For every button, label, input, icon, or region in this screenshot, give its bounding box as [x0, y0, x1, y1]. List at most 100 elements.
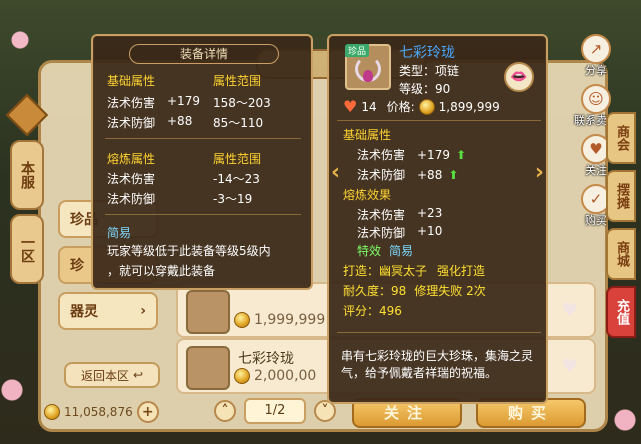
forge-by-row: 打造：幽冥太子 强化打造: [343, 262, 485, 279]
easy-desc-line2: ，就可以穿戴此装备: [107, 264, 216, 278]
heart-icon[interactable]: ♥: [562, 358, 582, 376]
likes-price-row: ♥ 14 价格: 1,899,999: [343, 98, 500, 115]
return-arrow-icon: ↩: [132, 368, 144, 382]
necklace-gem: [363, 70, 373, 82]
easy-desc-line1: 玩家等级低于此装备等级5级内: [107, 244, 271, 258]
attr-name: 法术伤害: [107, 96, 156, 110]
equipment-detail-popup: 装备详情 基础属性 属性范围 法术伤害 +179 158～203 法术防御 +8…: [91, 34, 313, 290]
durability-row: 耐久度：98 修理失败 2次: [343, 282, 486, 299]
left-server-tabs: 本服 一区: [10, 140, 44, 288]
tab-guild-shop[interactable]: 商会: [606, 112, 636, 164]
tab-region-one[interactable]: 一区: [10, 214, 44, 284]
tab-stall[interactable]: 摆摊: [606, 170, 636, 222]
listing-price: 2,000,00: [234, 368, 316, 384]
next-arrow-icon[interactable]: ›: [535, 160, 544, 185]
listing-price: 1,999,999: [234, 312, 325, 328]
item-price: 1,899,999: [438, 99, 500, 114]
repair-fail: 修理失败 2次: [414, 284, 486, 298]
coin-icon: [234, 312, 250, 328]
previous-arrow-icon[interactable]: ‹: [331, 160, 340, 185]
category-label: 珍: [70, 258, 84, 274]
forge-range-title: 属性范围: [213, 152, 262, 166]
price-label: 价格:: [386, 100, 415, 114]
right-shop-tabs: 商会 摆摊 商城 充值: [606, 112, 638, 344]
arrow-up-icon: ⬆: [455, 147, 467, 162]
divider: [105, 138, 301, 139]
heart-icon[interactable]: ♥: [562, 302, 582, 320]
easy-title: 简易: [107, 226, 132, 240]
page-up-button[interactable]: ˄: [214, 400, 236, 422]
attr-range: 158～203: [213, 96, 271, 110]
coin-icon: [234, 368, 250, 384]
return-region-button[interactable]: 返回本区 ↩: [64, 362, 160, 388]
attr-row: 法术伤害 +23: [357, 206, 442, 223]
attr-range: -3～19: [213, 192, 253, 206]
category-spirit[interactable]: 器灵 ›: [58, 292, 158, 330]
forge-by: 打造：幽冥太子: [343, 264, 428, 278]
forge-effect-title: 熔炼效果: [343, 188, 392, 202]
purchase-label: 购买: [585, 214, 607, 227]
attr-value: +88: [167, 114, 193, 128]
follow-label: 关注: [585, 164, 607, 177]
item-type: 类型：项链: [399, 64, 460, 78]
heart-icon: ♥: [343, 96, 358, 116]
attr-name: 法术防御: [107, 116, 156, 130]
attr-row: 法术伤害 +179 ⬆: [357, 146, 466, 163]
divider: [337, 120, 541, 121]
share-label: 分享: [585, 64, 607, 77]
attr-row: 法术防御 +10: [357, 224, 442, 241]
attr-name: 法术防御: [357, 168, 406, 182]
share-action[interactable]: ↗ 分享: [560, 34, 632, 78]
effect-label: 特效: [357, 244, 382, 258]
attr-range: 85～110: [213, 116, 264, 130]
category-label: 器灵: [70, 304, 98, 320]
listing-price-value: 1,999,999: [254, 312, 326, 328]
durability: 耐久度：98: [343, 284, 407, 298]
likes-count: 14: [361, 99, 377, 114]
effect-row: 特效 简易: [357, 242, 413, 259]
pager: ˄ 1/2 ˅: [214, 398, 336, 424]
base-attr-title: 基础属性: [343, 128, 392, 142]
coin-icon: [44, 404, 60, 420]
attr-name: 法术伤害: [107, 172, 156, 186]
share-icon: ↗: [581, 34, 611, 64]
score: 评分：496: [343, 304, 402, 318]
forge-type: 强化打造: [437, 264, 486, 278]
item-slot: [186, 346, 230, 390]
emote-button[interactable]: 👄: [504, 62, 534, 92]
item-level: 等级：90: [399, 82, 451, 96]
tab-this-server[interactable]: 本服: [10, 140, 44, 210]
divider: [337, 332, 541, 333]
listing-name: 七彩玲珑: [238, 351, 294, 367]
chevron-right-icon: ›: [140, 303, 146, 319]
attr-name: 法术伤害: [357, 208, 406, 222]
attr-range: -14～23: [213, 172, 260, 186]
necklace-icon: 珍品: [345, 44, 391, 90]
attr-value: +179: [417, 147, 450, 162]
attr-name: 法术伤害: [357, 148, 406, 162]
item-name: 七彩玲珑: [399, 45, 455, 61]
item-info-popup: 珍品 七彩玲珑 类型：项链 等级：90 👄 ♥ 14 价格: 1,899,999…: [327, 34, 548, 404]
item-description: 串有七彩玲珑的巨大珍珠，集海之灵气，给予佩戴者祥瑞的祝福。: [341, 349, 534, 380]
item-slot: [186, 290, 230, 334]
tab-recharge[interactable]: 充值: [606, 286, 636, 338]
base-range-title: 属性范围: [213, 74, 262, 88]
page-number: 1/2: [244, 398, 306, 424]
listing-price-value: 2,000,00: [254, 368, 317, 384]
money-amount: 11,058,876: [64, 405, 133, 419]
base-attr-title: 基础属性: [107, 74, 156, 88]
attr-value: +10: [417, 224, 443, 238]
attr-value: +88: [417, 167, 443, 182]
arrow-up-icon: ⬆: [448, 167, 459, 182]
contact-seller-icon: ☺: [581, 84, 611, 114]
return-label: 返回本区: [80, 368, 129, 383]
attr-name: 法术防御: [107, 192, 156, 206]
attr-value: +23: [417, 206, 443, 220]
effect-value: 简易: [389, 244, 414, 258]
tab-mall[interactable]: 商城: [606, 228, 636, 280]
attr-row: 法术防御 +88 ⬆: [357, 166, 458, 183]
coin-icon: [418, 98, 435, 115]
money-bar: 11,058,876 +: [44, 400, 184, 424]
attr-value: +179: [167, 94, 200, 108]
add-money-button[interactable]: +: [136, 401, 159, 423]
